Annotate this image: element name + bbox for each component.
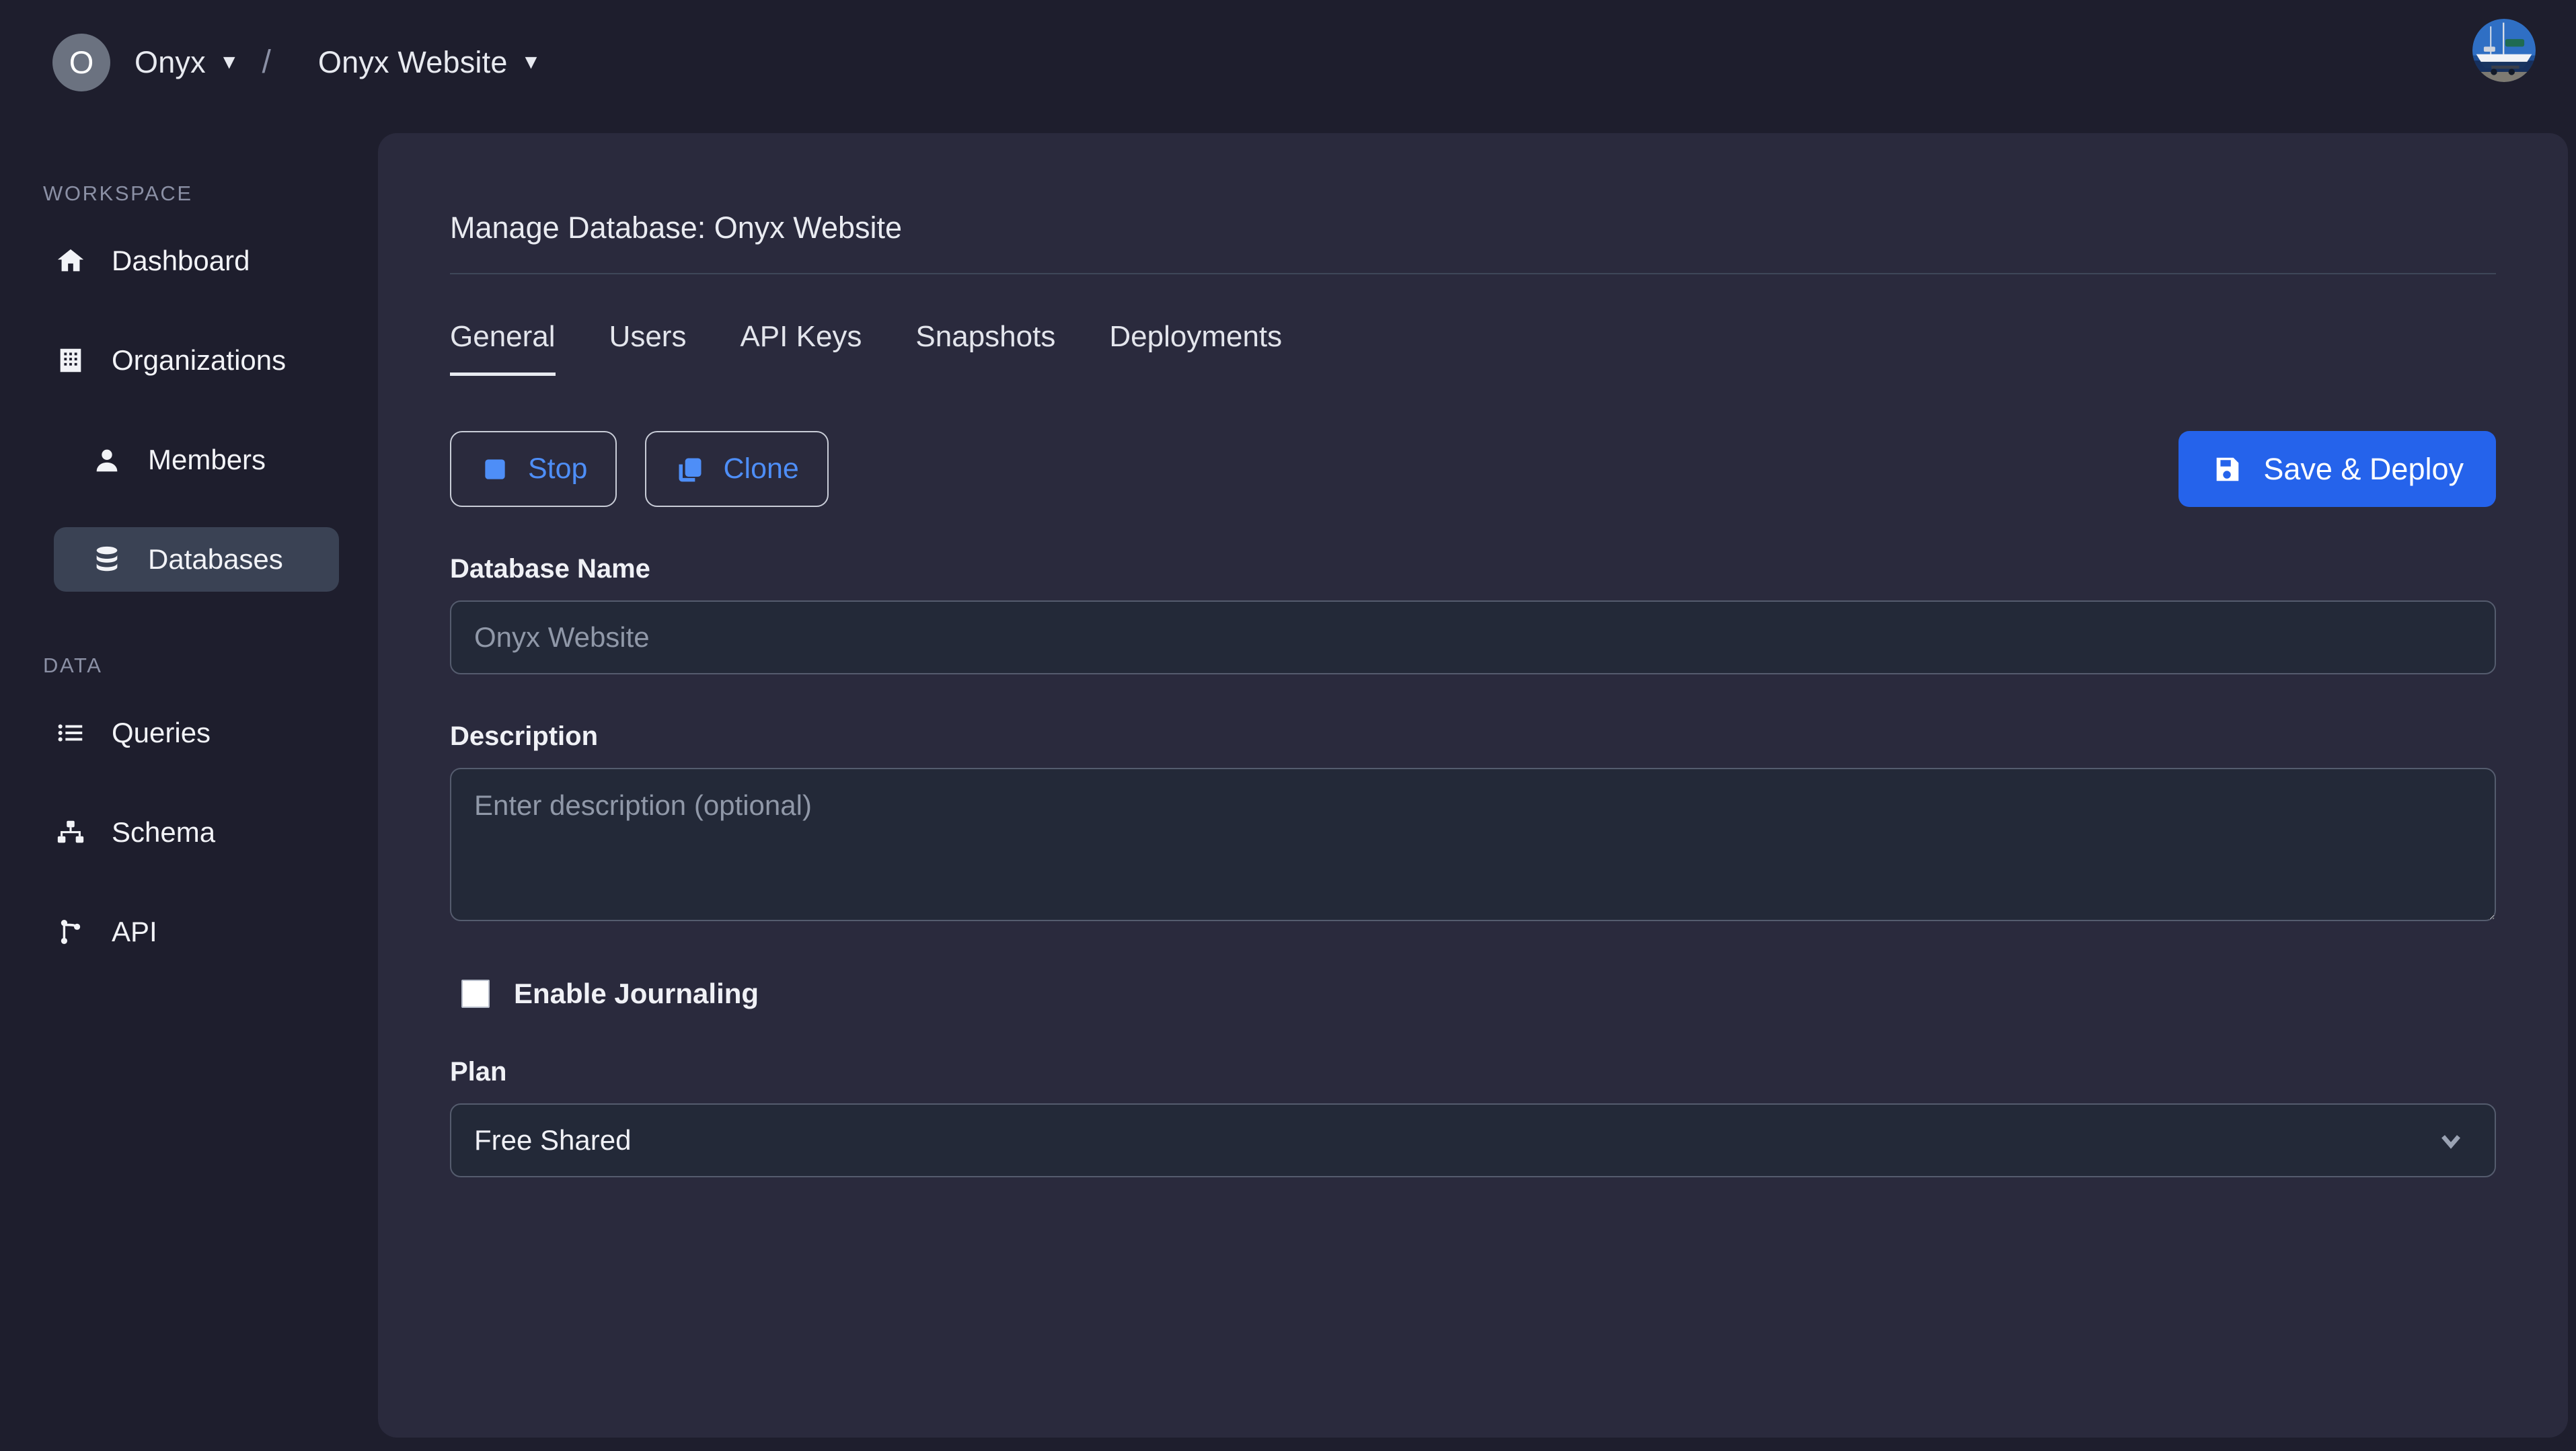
plan-label: Plan: [450, 1057, 507, 1087]
list-icon: [54, 716, 87, 750]
top-bar: O Onyx ▼ / Onyx Website ▼: [0, 0, 2576, 124]
actions-row: Stop Clone Save & Deploy: [450, 431, 2496, 507]
title-divider: [450, 273, 2496, 274]
sidebar-item-label: Queries: [112, 717, 211, 748]
project-dropdown-caret-icon[interactable]: ▼: [521, 52, 541, 73]
general-settings-form: Database Name Description Enable Journal…: [450, 554, 2496, 1177]
tab-users[interactable]: Users: [609, 320, 687, 376]
plan-select-wrapper: Free Shared: [450, 1103, 2496, 1177]
stop-button[interactable]: Stop: [450, 431, 617, 507]
save-and-deploy-button[interactable]: Save & Deploy: [2179, 431, 2496, 507]
tab-deployments[interactable]: Deployments: [1109, 320, 1282, 376]
plan-select[interactable]: Free Shared: [450, 1103, 2496, 1177]
sidebar-item-api[interactable]: API: [54, 900, 339, 964]
sidebar-item-dashboard[interactable]: Dashboard: [54, 229, 339, 293]
breadcrumb-project-name[interactable]: Onyx Website: [318, 45, 508, 80]
sidebar-item-label: Schema: [112, 816, 216, 848]
tab-bar: General Users API Keys Snapshots Deploym…: [450, 320, 2568, 376]
home-icon: [54, 244, 87, 278]
stop-button-label: Stop: [528, 453, 588, 485]
floppy-disk-icon: [2211, 453, 2243, 485]
org-avatar: O: [52, 33, 110, 91]
clone-button[interactable]: Clone: [645, 431, 829, 507]
tab-snapshots[interactable]: Snapshots: [915, 320, 1055, 376]
stop-square-icon: [480, 454, 510, 485]
save-and-deploy-label: Save & Deploy: [2263, 451, 2464, 486]
breadcrumb-org-name[interactable]: Onyx: [135, 45, 206, 80]
copy-icon: [675, 454, 706, 485]
sidebar-item-label: Databases: [148, 543, 283, 575]
sidebar-section-title-data: DATA: [43, 654, 103, 677]
tab-general[interactable]: General: [450, 320, 556, 376]
sidebar-item-label: Organizations: [112, 344, 287, 376]
sitemap-icon: [54, 816, 87, 849]
sidebar-item-members[interactable]: Members: [54, 428, 339, 492]
main-panel: Manage Database: Onyx Website General Us…: [378, 133, 2568, 1438]
sidebar-item-label: API: [112, 916, 157, 947]
description-textarea[interactable]: [450, 768, 2496, 921]
building-icon: [54, 344, 87, 377]
page-title: Manage Database: Onyx Website: [450, 210, 903, 245]
plan-selected-value: Free Shared: [474, 1124, 632, 1156]
sidebar-item-label: Dashboard: [112, 245, 250, 276]
clone-button-label: Clone: [723, 453, 799, 485]
sidebar-item-queries[interactable]: Queries: [54, 701, 339, 765]
sidebar-item-label: Members: [148, 444, 266, 475]
org-dropdown-caret-icon[interactable]: ▼: [219, 52, 239, 73]
app-root: O Onyx ▼ / Onyx Website ▼ WORKSPACE Dash…: [0, 0, 2576, 1451]
person-icon: [90, 443, 124, 477]
sidebar: WORKSPACE Dashboard Organizations Member…: [0, 124, 378, 1451]
enable-journaling-checkbox[interactable]: [461, 980, 490, 1008]
breadcrumb-separator: /: [262, 44, 271, 80]
breadcrumb: O Onyx ▼ / Onyx Website ▼: [52, 33, 541, 91]
description-label: Description: [450, 721, 599, 751]
database-icon: [90, 543, 124, 576]
sidebar-item-databases[interactable]: Databases: [54, 527, 339, 592]
tab-api-keys[interactable]: API Keys: [740, 320, 862, 376]
sailboat-photo-icon: [2472, 19, 2536, 82]
user-avatar[interactable]: [2472, 19, 2536, 82]
branch-icon: [54, 915, 87, 949]
database-name-input[interactable]: [450, 600, 2496, 674]
enable-journaling-row[interactable]: Enable Journaling: [461, 978, 2496, 1010]
enable-journaling-label: Enable Journaling: [514, 978, 759, 1009]
database-name-label: Database Name: [450, 554, 650, 584]
sidebar-item-schema[interactable]: Schema: [54, 800, 339, 865]
sidebar-item-organizations[interactable]: Organizations: [54, 328, 339, 393]
sidebar-section-title-workspace: WORKSPACE: [43, 182, 193, 205]
